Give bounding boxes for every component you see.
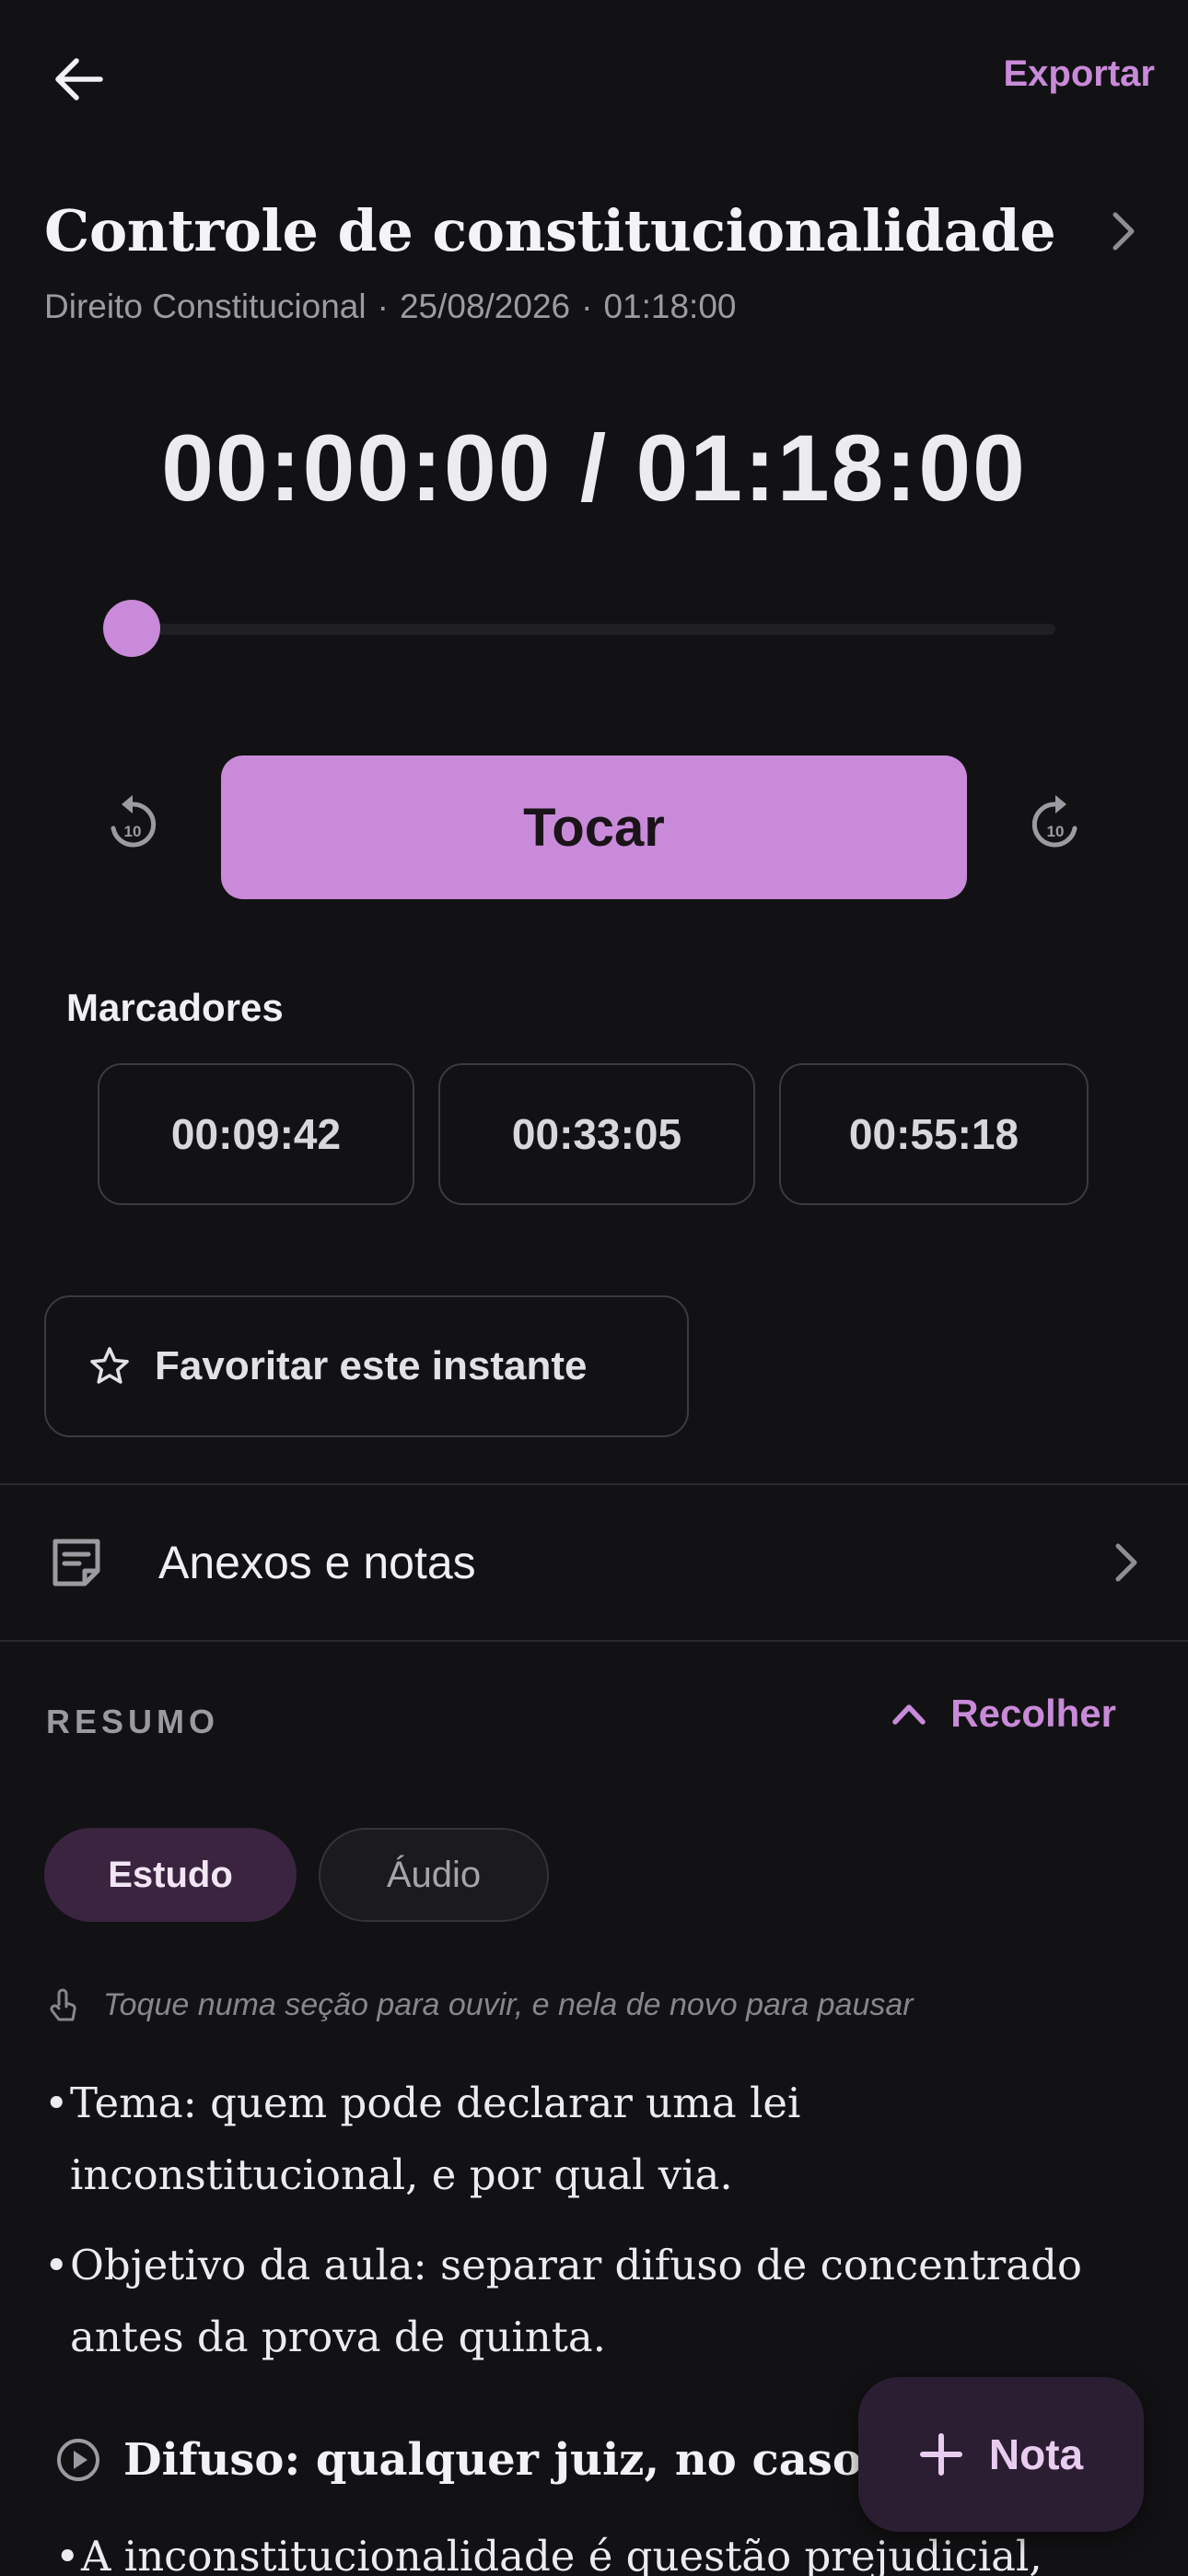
chevron-right-icon[interactable]	[1096, 204, 1151, 259]
marker-chip[interactable]: 00:09:42	[98, 1063, 414, 1205]
play-button[interactable]: Tocar	[221, 755, 967, 899]
duration-label: 01:18:00	[603, 287, 737, 325]
recording-detail-screen: Exportar Controle de constitucionalidade…	[0, 0, 1188, 2576]
collapse-button[interactable]: Recolher	[891, 1692, 1116, 1736]
meta-separator: ·	[581, 287, 593, 325]
svg-text:10: 10	[1047, 823, 1065, 840]
section-title: Difuso: qualquer juiz, no caso c	[123, 2434, 904, 2486]
rewind-10-button[interactable]: 10	[98, 789, 168, 859]
play-circle-icon	[57, 2439, 99, 2481]
forward-10-icon: 10	[1031, 795, 1077, 848]
lesson-meta: Direito Constitucional · 25/08/2026 · 01…	[44, 287, 736, 326]
chevron-up-icon	[892, 1704, 926, 1725]
tap-finger-icon	[50, 1988, 76, 2021]
tap-hint: Toque numa seção para ouvir, e nela de n…	[46, 1986, 914, 2023]
summary-section-label: RESUMO	[46, 1703, 220, 1740]
summary-bullet[interactable]: • Objetivo da aula: separar difuso de con…	[44, 2230, 1133, 2373]
marker-chip[interactable]: 00:33:05	[438, 1063, 755, 1205]
forward-10-button[interactable]: 10	[1020, 789, 1090, 859]
rewind-10-icon: 10	[111, 795, 157, 848]
title-row[interactable]: Controle de constitucionalidade	[44, 197, 1151, 264]
chevron-right-icon	[1115, 1543, 1137, 1582]
add-note-button[interactable]: Nota	[858, 2377, 1144, 2532]
star-icon	[90, 1347, 129, 1384]
add-note-label: Nota	[988, 2430, 1084, 2478]
back-button[interactable]	[41, 42, 114, 116]
marker-chip[interactable]: 00:55:18	[779, 1063, 1089, 1205]
subject-label: Direito Constitucional	[44, 287, 367, 325]
markers-heading: Marcadores	[66, 986, 284, 1029]
notes-icon	[52, 1539, 100, 1587]
svg-text:10: 10	[124, 823, 142, 840]
arrow-left-icon	[55, 58, 103, 100]
tab-estudo[interactable]: Estudo	[44, 1828, 297, 1922]
summary-section-difuso[interactable]: Difuso: qualquer juiz, no caso c	[55, 2434, 904, 2486]
progress-track[interactable]	[131, 624, 1055, 635]
collapse-label: Recolher	[950, 1692, 1116, 1735]
playback-time: 00:00:00 / 01:18:00	[161, 416, 1027, 521]
export-button[interactable]: Exportar	[1004, 53, 1156, 95]
plus-icon	[919, 2433, 962, 2476]
attachments-row[interactable]: Anexos e notas	[0, 1485, 1188, 1640]
favorite-moment-button[interactable]: Favoritar este instante	[44, 1295, 689, 1437]
tab-audio[interactable]: Áudio	[319, 1828, 549, 1922]
divider	[0, 1640, 1188, 1642]
hint-text: Toque numa seção para ouvir, e nela de n…	[103, 1986, 914, 2022]
summary-bullet[interactable]: • Tema: quem pode declarar uma lei incons…	[44, 2067, 1133, 2211]
progress-thumb[interactable]	[103, 600, 160, 657]
meta-separator: ·	[377, 287, 389, 325]
attachments-label: Anexos e notas	[158, 1537, 476, 1588]
page-title: Controle de constitucionalidade	[44, 197, 1056, 264]
favorite-label: Favoritar este instante	[155, 1343, 588, 1388]
date-label: 25/08/2026	[399, 287, 571, 325]
